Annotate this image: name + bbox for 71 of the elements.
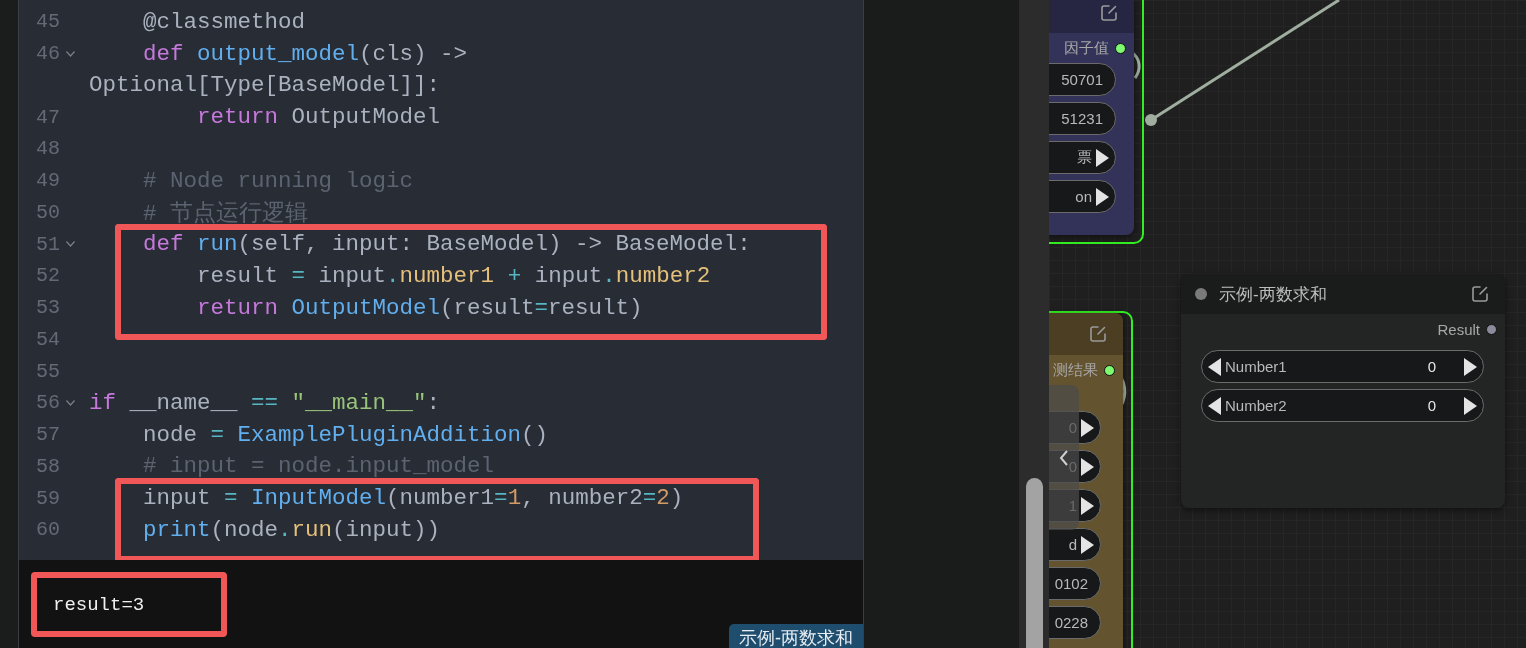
right-arrow-icon[interactable] [1081,535,1094,554]
number-widget[interactable]: Number1 0 [1201,350,1484,383]
left-arrow-icon[interactable] [1208,357,1221,376]
line-number: 51 [36,232,61,256]
node-title: 示例-两数求和 [1219,283,1328,306]
number-widget[interactable]: 51231 [1049,102,1116,135]
code-line: return OutputModel [196,104,441,131]
graph-node[interactable]: 因子值 50701 51231 票 on [1049,0,1134,235]
line-number: 53 [36,296,61,320]
code-comment: # 节点运行逻辑 [142,199,308,228]
line-number: 50 [36,200,61,224]
output-socket[interactable] [1115,42,1126,54]
line-number: 52 [36,264,61,288]
line-number: 55 [36,359,61,383]
status-dot [1195,288,1207,300]
code-line: print(node.run(input)) [142,516,441,543]
right-arrow-icon[interactable] [1096,148,1109,167]
output-socket[interactable] [1104,364,1115,376]
number-widget[interactable]: 票 [1049,141,1116,174]
line-number: 47 [36,105,61,129]
line-number: 49 [36,169,61,193]
chevron-left-icon [1059,449,1069,466]
right-arrow-icon[interactable] [1081,418,1094,437]
graph-node[interactable]: 示例-两数求和 Result Number1 0 Number2 0 [1181,274,1505,508]
number-widget[interactable]: d [1049,528,1101,561]
edit-icon[interactable] [1100,4,1118,22]
code-line: return OutputModel(result=result) [196,294,643,321]
code-comment: # Node running logic [142,167,414,194]
line-number: 58 [36,454,61,478]
line-number: 60 [36,518,61,542]
edit-icon[interactable] [1089,325,1107,343]
code-line: result = input.number1 + input.number2 [196,262,711,289]
right-arrow-icon[interactable] [1464,357,1477,376]
line-number: 57 [36,423,61,447]
right-arrow-icon[interactable] [1081,457,1094,476]
code-line: @classmethod [142,8,306,35]
number-widget[interactable]: Number2 0 [1201,389,1484,422]
code-line: input = InputModel(number1=1, number2=2) [142,485,684,512]
collapse-handle[interactable] [1049,385,1079,530]
edit-icon[interactable] [1471,285,1489,303]
right-arrow-icon[interactable] [1081,496,1094,515]
scrollbar[interactable] [1019,0,1049,648]
output-label: Result [1437,320,1480,338]
output-label: 因子值 [1064,38,1109,58]
number-widget[interactable]: on [1049,180,1116,213]
code-line: if __name__ == "__main__": [89,389,441,416]
line-number: 59 [36,486,61,510]
fold-chevron-icon[interactable] [66,241,75,248]
line-number: 56 [36,391,61,415]
node-tag: 示例-两数求和 [729,624,863,648]
line-number: 46 [36,42,61,66]
code-line: node = ExamplePluginAddition() [142,421,549,448]
left-arrow-icon[interactable] [1208,396,1221,415]
line-number: 54 [36,327,61,351]
number-widget[interactable]: 0228 [1049,606,1101,639]
number-widget[interactable]: 50701 [1049,63,1116,96]
line-number: 48 [36,137,61,161]
code-line: Optional[Type[BaseModel]]: [89,72,441,99]
code-line: def output_model(cls) -> [142,40,468,67]
output-label: 测结果 [1053,360,1098,380]
right-arrow-icon[interactable] [1464,396,1477,415]
output-socket[interactable] [1486,323,1497,335]
number-widget[interactable]: 0102 [1049,567,1101,600]
fold-chevron-icon[interactable] [66,399,75,406]
fold-chevron-icon[interactable] [66,50,75,57]
line-number: 45 [36,10,61,34]
scroll-thumb[interactable] [1025,478,1043,648]
right-arrow-icon[interactable] [1096,187,1109,206]
code-comment: # input = node.input_model [142,453,495,480]
console-output: result=3 [53,593,145,616]
code-line: def run(self, input: BaseModel) -> BaseModel: [142,231,751,258]
